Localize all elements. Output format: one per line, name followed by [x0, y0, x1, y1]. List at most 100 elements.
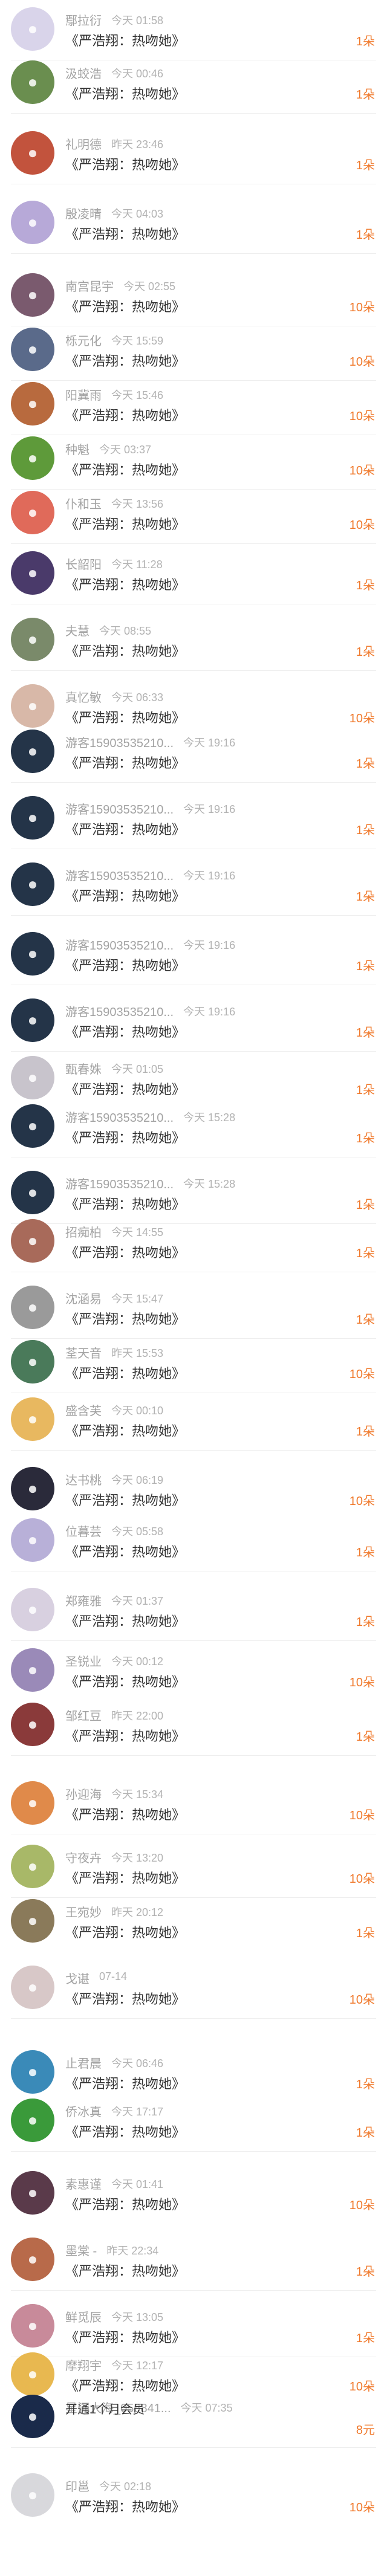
user-name[interactable]: 达书桃 [65, 1471, 102, 1488]
avatar[interactable]: ● [11, 2099, 54, 2142]
avatar[interactable]: ● [11, 328, 54, 371]
user-name[interactable]: 邹红豆 [65, 1706, 102, 1724]
avatar[interactable]: ● [11, 1340, 54, 1383]
avatar[interactable]: ● [11, 131, 54, 175]
avatar[interactable]: ● [11, 2050, 54, 2094]
list-item[interactable]: ● 游客15903535210... 今天 19:16 《严浩翔：热吻她》 1朵 [0, 991, 387, 1052]
avatar[interactable]: ● [11, 1397, 54, 1441]
list-item[interactable]: ● 侨冰真 今天 17:17 《严浩翔：热吻她》 1朵 [0, 2091, 387, 2152]
user-name[interactable]: 沈涵易 [65, 1289, 102, 1307]
list-item[interactable]: ● 邹红豆 昨天 22:00 《严浩翔：热吻她》 1朵 [0, 1695, 387, 1756]
list-item[interactable]: ● 栎元化 今天 15:59 《严浩翔：热吻她》 10朵 [0, 320, 387, 381]
user-name[interactable]: 戈谌 [65, 1969, 89, 1987]
list-item[interactable]: ● 南宫昆宇 今天 02:55 《严浩翔：热吻她》 10朵 [0, 266, 387, 326]
user-name[interactable]: 甄春姝 [65, 1060, 102, 1077]
list-item[interactable]: ● 星沉大海_056841... 今天 07:35 开通1个月会员 8元 [0, 2387, 387, 2448]
user-name[interactable]: 夫慧 [65, 621, 89, 639]
list-item[interactable]: ● 游客15903535210... 今天 19:16 《严浩翔：热吻她》 1朵 [0, 925, 387, 985]
avatar[interactable]: ● [11, 684, 54, 728]
user-name[interactable]: 王宛妙 [65, 1903, 102, 1920]
user-name[interactable]: 位暮芸 [65, 1522, 102, 1539]
avatar[interactable]: ● [11, 1104, 54, 1148]
list-item[interactable]: ● 郑雍雅 今天 01:37 《严浩翔：热吻她》 1朵 [0, 1581, 387, 1641]
avatar[interactable]: ● [11, 998, 54, 1042]
list-item[interactable]: ● 王宛妙 昨天 20:12 《严浩翔：热吻她》 1朵 [0, 1892, 387, 1952]
user-name[interactable]: 素惠谨 [65, 2175, 102, 2192]
avatar[interactable]: ● [11, 7, 54, 51]
avatar[interactable]: ● [11, 1056, 54, 1099]
list-item[interactable]: ● 戈谌 07-14 《严浩翔：热吻她》 10朵 [0, 1958, 387, 2019]
user-name[interactable]: 摩翔宇 [65, 2356, 102, 2374]
user-name[interactable]: 招痴柏 [65, 1223, 102, 1240]
avatar[interactable]: ● [11, 932, 54, 976]
user-name[interactable]: 孙迎海 [65, 1785, 102, 1802]
list-item[interactable]: ● 墨棠 - 昨天 22:34 《严浩翔：热吻她》 1朵 [0, 2230, 387, 2291]
list-item[interactable]: ● 殷凌晴 今天 04:03 《严浩翔：热吻她》 1朵 [0, 193, 387, 254]
avatar[interactable]: ● [11, 273, 54, 317]
avatar[interactable]: ● [11, 1845, 54, 1888]
avatar[interactable]: ● [11, 60, 54, 104]
list-item[interactable]: ● 长韶阳 今天 11:28 《严浩翔：热吻她》 1朵 [0, 544, 387, 604]
list-item[interactable]: ● 游客15903535210... 今天 19:16 《严浩翔：热吻她》 1朵 [0, 789, 387, 849]
avatar[interactable]: ● [11, 796, 54, 840]
avatar[interactable]: ● [11, 730, 54, 773]
avatar[interactable]: ● [11, 1648, 54, 1692]
list-item[interactable]: ● 圣锐业 今天 00:12 《严浩翔：热吻她》 10朵 [0, 1641, 387, 1701]
user-name[interactable]: 栎元化 [65, 331, 102, 349]
avatar[interactable]: ● [11, 551, 54, 595]
user-name[interactable]: 长韶阳 [65, 555, 102, 572]
list-item[interactable]: ● 招痴柏 今天 14:55 《严浩翔：热吻她》 1朵 [0, 1212, 387, 1272]
user-name[interactable]: 荃天音 [65, 1344, 102, 1361]
user-name[interactable]: 守夜卉 [65, 1848, 102, 1866]
user-name[interactable]: 游客15903535210... [65, 733, 174, 751]
avatar[interactable]: ● [11, 618, 54, 661]
avatar[interactable]: ● [11, 1286, 54, 1329]
user-name[interactable]: 阳冀雨 [65, 386, 102, 403]
avatar[interactable]: ● [11, 1588, 54, 1631]
avatar[interactable]: ● [11, 1966, 54, 2009]
list-item[interactable]: ● 守夜卉 今天 13:20 《严浩翔：热吻她》 10朵 [0, 1837, 387, 1898]
list-item[interactable]: ● 素惠谨 今天 01:41 《严浩翔：热吻她》 10朵 [0, 2164, 387, 2224]
user-name[interactable]: 仆和玉 [65, 494, 102, 512]
list-item[interactable]: ● 游客15903535210... 今天 19:16 《严浩翔：热吻她》 1朵 [0, 722, 387, 783]
user-name[interactable]: 游客15903535210... [65, 866, 174, 884]
avatar[interactable]: ● [11, 2171, 54, 2215]
avatar[interactable]: ● [11, 1781, 54, 1825]
user-name[interactable]: 鲜觅辰 [65, 2308, 102, 2325]
avatar[interactable]: ● [11, 1703, 54, 1746]
user-name[interactable]: 游客15903535210... [65, 800, 174, 817]
list-item[interactable]: ● 盛含芙 今天 00:10 《严浩翔：热吻她》 1朵 [0, 1390, 387, 1451]
list-item[interactable]: ● 夫慧 今天 08:55 《严浩翔：热吻她》 1朵 [0, 610, 387, 671]
avatar[interactable]: ● [11, 1518, 54, 1562]
list-item[interactable]: ● 汲蛟浩 今天 00:46 《严浩翔：热吻她》 1朵 [0, 53, 387, 114]
user-name[interactable]: 游客15903535210... [65, 1002, 174, 1020]
user-name[interactable]: 游客15903535210... [65, 1108, 174, 1125]
avatar[interactable]: ● [11, 1899, 54, 1943]
user-name[interactable]: 南宫昆宇 [65, 277, 114, 294]
list-item[interactable]: ● 阳冀雨 今天 15:46 《严浩翔：热吻她》 10朵 [0, 375, 387, 435]
user-name[interactable]: 鄢拉衍 [65, 11, 102, 28]
avatar[interactable]: ● [11, 382, 54, 426]
list-item[interactable]: ● 游客15903535210... 今天 19:16 《严浩翔：热吻她》 1朵 [0, 855, 387, 916]
user-name[interactable]: 真忆敏 [65, 688, 102, 705]
list-item[interactable]: ● 礼明德 昨天 23:46 《严浩翔：热吻她》 1朵 [0, 124, 387, 184]
avatar[interactable]: ● [11, 1467, 54, 1510]
user-name[interactable]: 殷凌晴 [65, 204, 102, 222]
list-item[interactable]: ● 游客15903535210... 今天 15:28 《严浩翔：热吻她》 1朵 [0, 1097, 387, 1157]
avatar[interactable]: ● [11, 2395, 54, 2438]
user-name[interactable]: 游客15903535210... [65, 1174, 174, 1192]
user-name[interactable]: 侨冰真 [65, 2102, 102, 2120]
avatar[interactable]: ● [11, 1219, 54, 1263]
list-item[interactable]: ● 印邕 今天 02:18 《严浩翔：热吻她》 10朵 [0, 2466, 387, 2526]
list-item[interactable]: ● 仆和玉 今天 13:56 《严浩翔：热吻她》 10朵 [0, 484, 387, 544]
avatar[interactable]: ● [11, 2238, 54, 2281]
avatar[interactable]: ● [11, 2473, 54, 2517]
user-name[interactable]: 墨棠 - [65, 2241, 97, 2259]
avatar[interactable]: ● [11, 436, 54, 480]
user-name[interactable]: 游客15903535210... [65, 936, 174, 953]
user-name[interactable]: 郑雍雅 [65, 1591, 102, 1609]
user-name[interactable]: 汲蛟浩 [65, 64, 102, 82]
list-item[interactable]: ● 鄢拉衍 今天 01:58 《严浩翔：热吻她》 1朵 [0, 0, 387, 60]
user-name[interactable]: 盛含芙 [65, 1401, 102, 1419]
avatar[interactable]: ● [11, 2304, 54, 2348]
